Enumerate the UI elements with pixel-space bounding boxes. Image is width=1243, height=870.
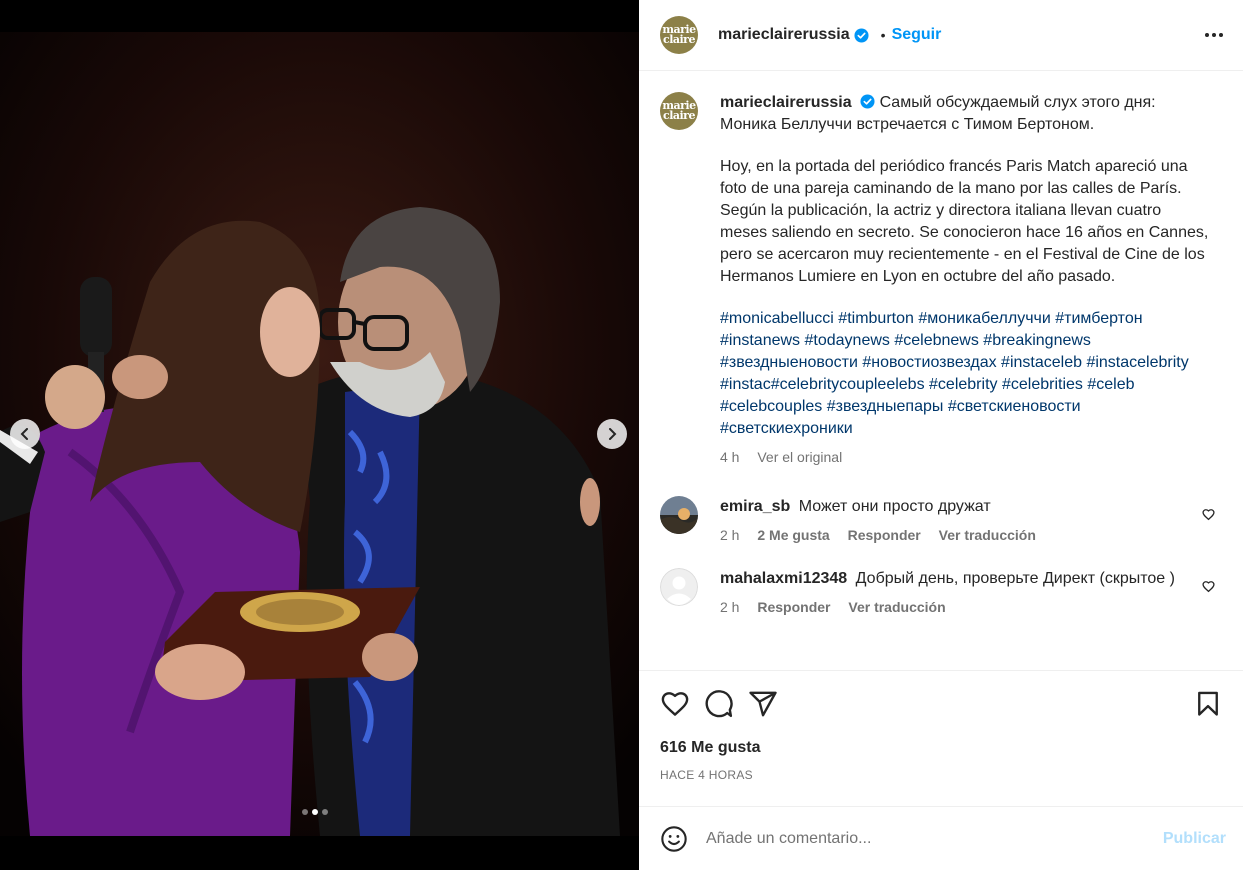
comment-time[interactable]: 2 h	[720, 527, 739, 543]
verified-badge-icon	[860, 94, 875, 109]
post-time[interactable]: HACE 4 HORAS	[660, 768, 1222, 782]
hashtag-link[interactable]: #светскиехроники	[720, 420, 853, 437]
avatar-text-line2: claire	[663, 109, 695, 122]
avatar[interactable]: marie claire	[660, 16, 698, 54]
comment-composer: Publicar	[639, 806, 1243, 870]
heart-icon	[661, 692, 689, 716]
chevron-left-icon	[20, 428, 28, 440]
hashtag-link[interactable]: #celebrity	[929, 376, 997, 393]
emoji-icon[interactable]	[660, 825, 688, 853]
slide-dot-active	[312, 809, 318, 815]
post-media	[0, 0, 639, 870]
hashtag-link[interactable]: #моникабеллуччи	[918, 310, 1050, 327]
translate-button[interactable]: Ver traducción	[848, 599, 945, 615]
hashtag-link[interactable]: #instacelebrity	[1086, 354, 1188, 371]
hashtag-link[interactable]: #instanews	[720, 332, 800, 349]
comment-body: emira_sb Может они просто дружат 2 h 2 M…	[720, 496, 1050, 546]
comment-icon	[705, 690, 733, 718]
comment-time[interactable]: 2 h	[720, 599, 739, 615]
landscape-avatar-image	[660, 496, 698, 534]
action-icons	[660, 671, 1222, 735]
comment-likes[interactable]: 2 Me gusta	[757, 527, 829, 543]
comment-username[interactable]: mahalaxmi12348	[720, 570, 847, 587]
hashtag-link[interactable]: #новостиозвездах	[862, 354, 996, 371]
post-photo	[0, 32, 639, 836]
more-options-button[interactable]	[1205, 27, 1223, 43]
comment-item: mahalaxmi12348 Добрый день, проверьте Ди…	[660, 568, 1215, 618]
comment-meta: 2 h Responder Ver traducción	[720, 596, 1175, 618]
comment-input[interactable]	[706, 829, 1163, 848]
post-comments-area[interactable]: marie claire marieclairerussia Самый обс…	[639, 72, 1243, 670]
comment-body: mahalaxmi12348 Добрый день, проверьте Ди…	[720, 568, 1175, 618]
header-username[interactable]: marieclairerussia	[718, 26, 850, 44]
hashtag-link[interactable]: #celebnews	[894, 332, 979, 349]
hashtags: #monicabellucci #timburton #моникабеллуч…	[720, 308, 1210, 440]
comment-button[interactable]	[704, 689, 734, 719]
likes-count[interactable]: 616 Me gusta	[660, 739, 1222, 757]
comment-text: Добрый день, проверьте Директ (скрытое )	[855, 570, 1175, 587]
caption-time[interactable]: 4 h	[720, 449, 739, 465]
see-original-link[interactable]: Ver el original	[757, 449, 842, 465]
chevron-right-icon	[609, 428, 617, 440]
caption-meta: 4 h Ver el original	[720, 446, 1210, 468]
share-button[interactable]	[748, 689, 778, 719]
hashtag-link[interactable]: #celeb	[1087, 376, 1134, 393]
slide-indicator	[302, 809, 328, 815]
post-side-panel: marie claire marieclairerussia • Seguir …	[639, 0, 1243, 870]
post-header: marie claire marieclairerussia • Seguir	[639, 0, 1243, 71]
caption: marie claire marieclairerussia Самый обс…	[660, 92, 1215, 468]
share-icon	[749, 691, 777, 717]
comment-item: emira_sb Может они просто дружат 2 h 2 M…	[660, 496, 1215, 546]
reply-button[interactable]: Responder	[848, 527, 921, 543]
commenter-avatar[interactable]	[660, 568, 698, 606]
hashtag-link[interactable]: #звездныепары	[827, 398, 944, 415]
hashtag-link[interactable]: #celebrities	[1002, 376, 1083, 393]
more-dot-icon	[1205, 33, 1209, 37]
hashtag-link[interactable]: #instac#celebritycoupleelebs	[720, 376, 925, 393]
more-dot-icon	[1219, 33, 1223, 37]
next-slide-button[interactable]	[597, 419, 627, 449]
post-actions: 616 Me gusta HACE 4 HORAS	[639, 670, 1243, 806]
default-avatar-icon	[660, 568, 698, 606]
previous-slide-button[interactable]	[10, 419, 40, 449]
hashtag-link[interactable]: #celebcouples	[720, 398, 822, 415]
slide-dot	[302, 809, 308, 815]
hashtag-link[interactable]: #светскиеновости	[948, 398, 1081, 415]
hashtag-link[interactable]: #instaceleb	[1001, 354, 1082, 371]
avatar-text-line2: claire	[663, 33, 695, 46]
publish-button[interactable]: Publicar	[1163, 830, 1226, 848]
photo-illustration	[0, 32, 639, 836]
comment-meta: 2 h 2 Me gusta Responder Ver traducción	[720, 524, 1050, 546]
verified-badge-icon	[854, 27, 869, 43]
hashtag-link[interactable]: #тимбертон	[1055, 310, 1142, 327]
slide-dot	[322, 809, 328, 815]
hashtag-link[interactable]: #breakingnews	[983, 332, 1091, 349]
comment-like-heart-icon[interactable]	[1202, 508, 1215, 521]
caption-username[interactable]: marieclairerussia	[720, 94, 852, 111]
hashtag-link[interactable]: #звездныеновости	[720, 354, 858, 371]
caption-body: marieclairerussia Самый обсуждаемый слух…	[720, 92, 1210, 468]
comment-like-heart-icon[interactable]	[1202, 580, 1215, 593]
save-button[interactable]	[1194, 689, 1222, 719]
hashtag-link[interactable]: #todaynews	[805, 332, 890, 349]
commenter-avatar[interactable]	[660, 496, 698, 534]
caption-avatar[interactable]: marie claire	[660, 92, 698, 130]
translate-button[interactable]: Ver traducción	[939, 527, 1036, 543]
comment-username[interactable]: emira_sb	[720, 498, 790, 515]
hashtag-link[interactable]: #monicabellucci	[720, 310, 834, 327]
comment-text: Может они просто дружат	[798, 498, 991, 515]
follow-separator: •	[880, 27, 886, 43]
reply-button[interactable]: Responder	[757, 599, 830, 615]
caption-paragraph: Hoy, en la portada del periódico francés…	[720, 158, 1209, 285]
like-button[interactable]	[660, 689, 690, 719]
more-dot-icon	[1212, 33, 1216, 37]
bookmark-icon	[1198, 691, 1218, 716]
follow-button[interactable]: Seguir	[892, 26, 942, 44]
hashtag-link[interactable]: #timburton	[838, 310, 914, 327]
